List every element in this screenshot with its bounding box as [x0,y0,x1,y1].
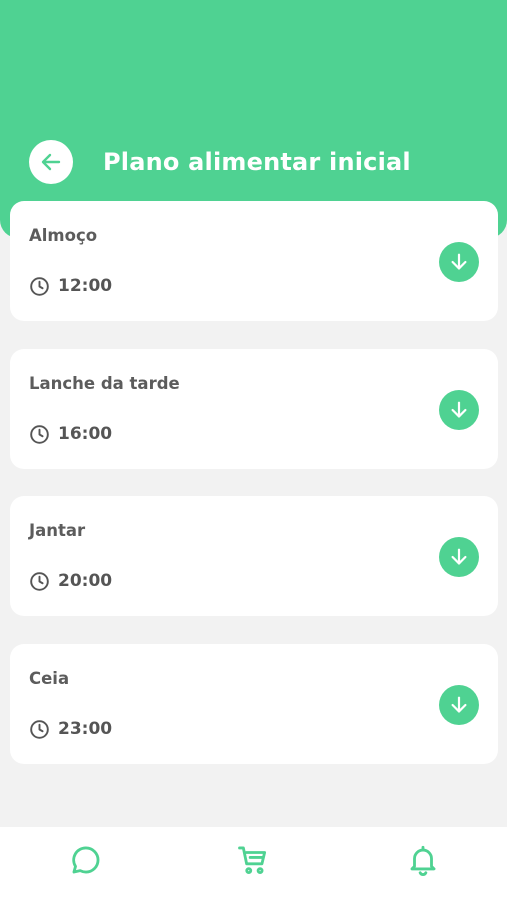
meal-name: Ceia [29,669,70,688]
meal-time-row: 12:00 [29,275,112,297]
chat-bubble-icon [72,846,100,874]
page-title: Plano alimentar inicial [103,148,411,176]
expand-button[interactable] [439,685,479,725]
nav-cart-button[interactable] [229,837,277,883]
meal-time: 16:00 [58,424,113,444]
arrow-down-icon [451,548,467,565]
meal-time: 23:00 [58,719,113,739]
meal-card-ceia[interactable]: Ceia 23:00 [10,644,498,764]
meal-time-row: 16:00 [29,423,112,445]
meal-name: Almoço [29,226,98,245]
clock-icon [30,571,49,591]
meal-name: Jantar [29,521,86,540]
shopping-cart-icon [238,846,267,875]
meal-time: 12:00 [58,276,113,296]
arrow-down-icon [451,696,467,713]
meal-card-lanche-da-tarde[interactable]: Lanche da tarde 16:00 [10,349,498,469]
arrow-down-icon [451,401,467,418]
arrow-down-icon [451,253,467,270]
back-button[interactable] [29,140,73,184]
expand-button[interactable] [439,242,479,282]
bottom-nav [0,827,507,900]
meal-card-almoco[interactable]: Almoço 12:00 [10,201,498,321]
meal-time: 20:00 [58,571,113,591]
nav-chat-button[interactable] [62,837,110,883]
meal-name: Lanche da tarde [29,374,180,393]
clock-icon [30,719,49,739]
meal-time-row: 23:00 [29,718,112,740]
meal-card-jantar[interactable]: Jantar 20:00 [10,496,498,616]
expand-button[interactable] [439,537,479,577]
nav-notifications-button[interactable] [399,837,447,883]
clock-icon [30,424,49,444]
clock-icon [30,276,49,296]
meal-time-row: 20:00 [29,570,112,592]
screen: Plano alimentar inicial Almoço 12:00 Lan… [0,0,507,900]
bell-icon [410,845,436,876]
arrow-left-icon [41,153,61,171]
expand-button[interactable] [439,390,479,430]
